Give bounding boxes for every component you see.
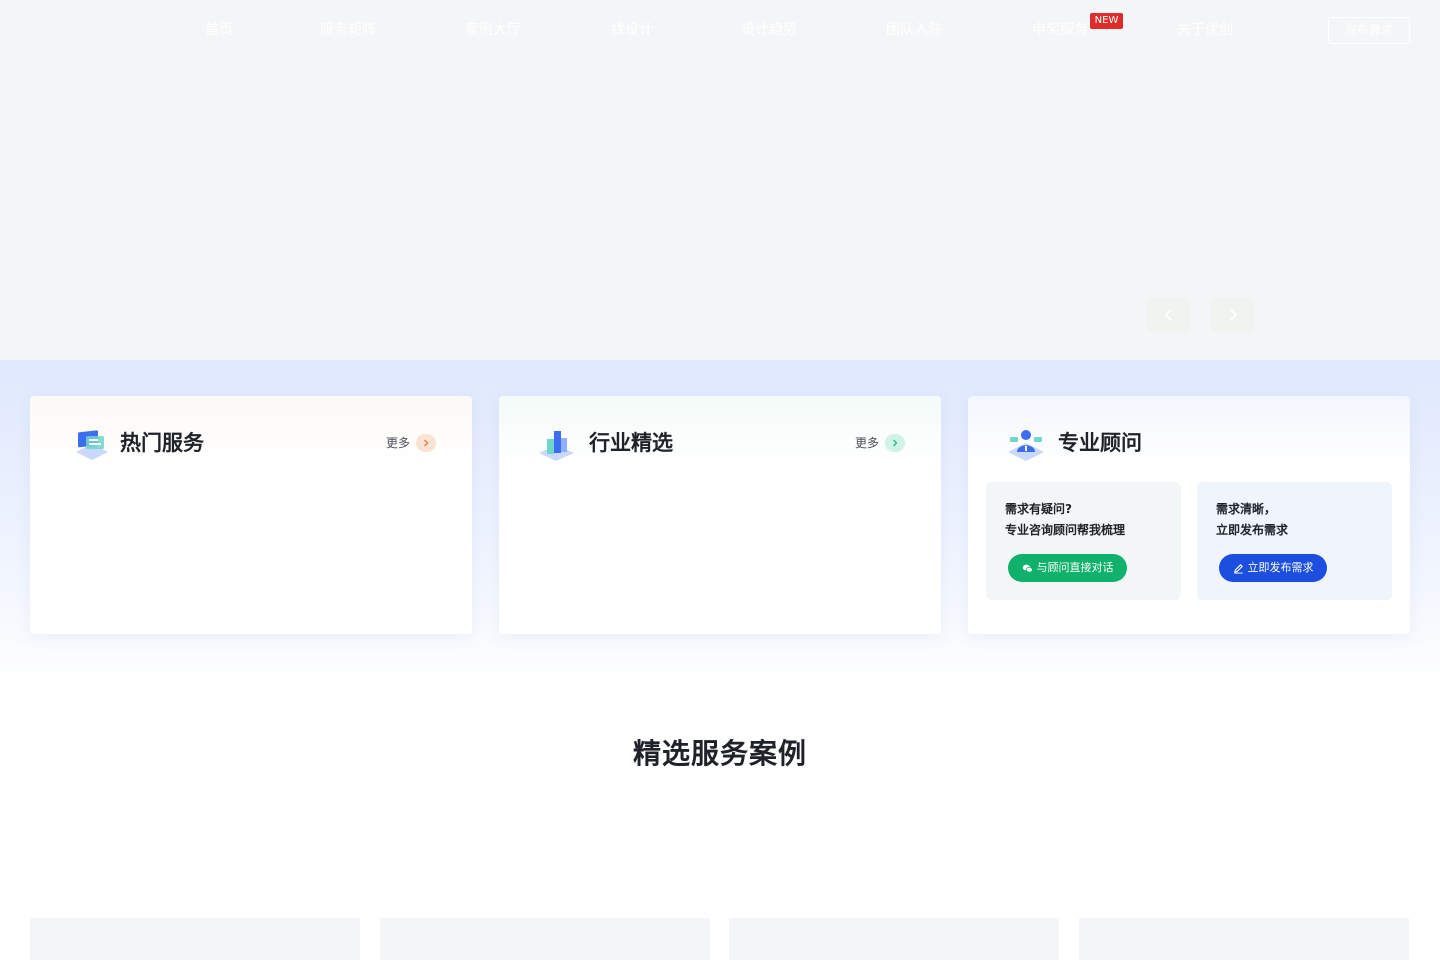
ask-consultant-panel: 需求有疑问? 专业咨询顾问帮我梳理 与顾问直接对话	[986, 482, 1181, 600]
panel-line: 需求有疑问?	[1005, 502, 1072, 516]
card-title: 行业精选	[589, 431, 673, 455]
button-label: 立即发布需求	[1247, 561, 1314, 574]
hero-banner: 首页 服务矩阵 案例大厅 找设计 设计趋势 团队入驻 申奖服务 NEW 关于优创…	[0, 0, 1440, 360]
chevron-left-icon	[1164, 309, 1172, 321]
nav-item-about[interactable]: 关于优创	[1177, 20, 1233, 40]
case-card[interactable]	[30, 918, 360, 960]
card-title: 热门服务	[120, 431, 204, 455]
case-card[interactable]	[380, 918, 710, 960]
top-nav: 首页 服务矩阵 案例大厅 找设计 设计趋势 团队入驻 申奖服务 NEW 关于优创…	[0, 0, 1440, 60]
card-title: 专业顾问	[1058, 431, 1142, 455]
nav-item-find-design[interactable]: 找设计	[611, 20, 653, 40]
panel-line: 需求清晰，	[1216, 502, 1277, 516]
publish-now-button[interactable]: 立即发布需求	[1219, 554, 1327, 582]
new-badge: NEW	[1090, 13, 1123, 29]
consultant-card: 专业顾问 需求有疑问? 专业咨询顾问帮我梳理 与顾问直接对话 需求清晰， 立即发…	[968, 396, 1410, 634]
more-label: 更多	[385, 436, 410, 450]
industry-picks-card: 行业精选 更多	[499, 396, 941, 634]
wechat-icon	[1022, 564, 1033, 573]
panel-line: 立即发布需求	[1216, 523, 1289, 537]
chevron-right-icon	[885, 434, 905, 452]
publish-request-panel: 需求清晰， 立即发布需求 立即发布需求	[1197, 482, 1392, 600]
pencil-icon	[1233, 563, 1243, 574]
nav-item-design-trends[interactable]: 设计趋势	[741, 20, 797, 40]
case-card[interactable]	[1079, 918, 1409, 960]
laptop-icon	[76, 430, 108, 460]
button-label: 与顾问直接对话	[1036, 561, 1114, 574]
publish-request-button[interactable]: 发布需求	[1328, 17, 1410, 44]
nav-item-team-join[interactable]: 团队入驻	[886, 20, 942, 40]
chevron-right-icon	[416, 434, 436, 452]
more-link[interactable]: 更多	[855, 434, 905, 452]
section-title: 精选服务案例	[632, 737, 807, 770]
case-card[interactable]	[729, 918, 1059, 960]
hot-services-card: 热门服务 更多	[30, 396, 472, 634]
carousel-prev-button[interactable]	[1147, 298, 1191, 332]
more-link[interactable]: 更多	[386, 434, 436, 452]
consultant-icon	[1008, 430, 1044, 461]
nav-item-case-hall[interactable]: 案例大厅	[465, 20, 521, 40]
nav-item-home[interactable]: 首页	[205, 20, 233, 40]
panel-line: 专业咨询顾问帮我梳理	[1005, 523, 1126, 537]
chevron-right-icon	[1230, 309, 1238, 321]
nav-item-service-matrix[interactable]: 服务矩阵	[320, 20, 376, 40]
nav-item-award-service[interactable]: 申奖服务	[1032, 20, 1088, 40]
buildings-icon	[539, 431, 574, 461]
chat-with-consultant-button[interactable]: 与顾问直接对话	[1008, 554, 1127, 582]
more-label: 更多	[854, 436, 879, 450]
carousel-next-button[interactable]	[1211, 298, 1255, 332]
